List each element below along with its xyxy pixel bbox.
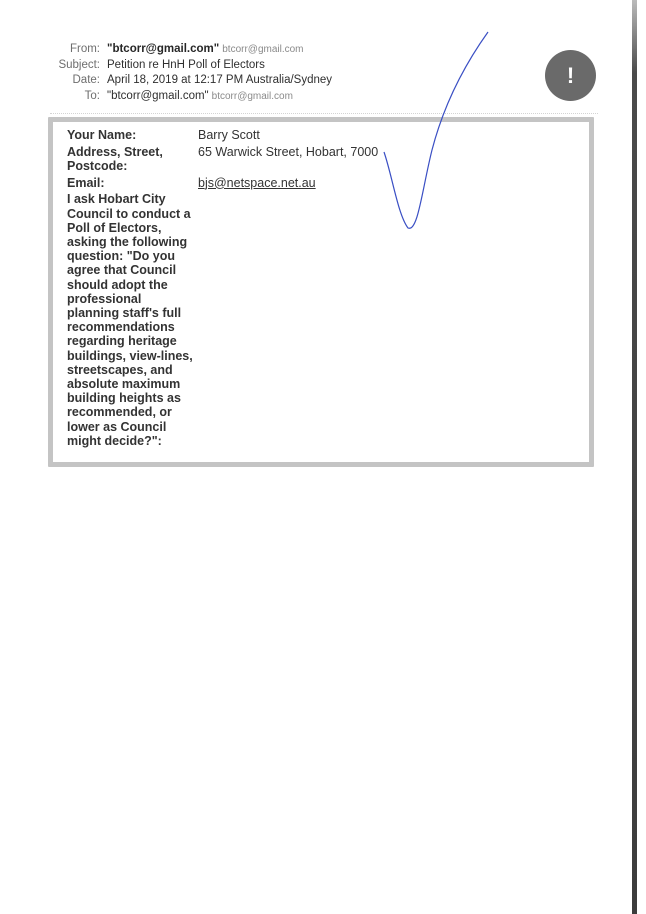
alert-icon: ! <box>545 50 596 101</box>
to-label: To: <box>84 89 100 102</box>
date-row: Date: April 18, 2019 at 12:17 PM Austral… <box>48 73 333 89</box>
petition-form: Your Name: Barry Scott Address, Street, … <box>67 128 378 448</box>
address-value: 65 Warwick Street, Hobart, 7000 <box>198 144 379 159</box>
subject-value: Petition re HnH Poll of Electors <box>107 58 265 71</box>
to-name: "btcorr@gmail.com" <box>107 89 209 102</box>
address-label: Address, Street, Postcode: <box>67 144 163 173</box>
header-divider <box>50 113 598 114</box>
subject-row: Subject: Petition re HnH Poll of Elector… <box>48 58 332 74</box>
to-row: To: "btcorr@gmail.com" btcorr@gmail.com <box>48 89 332 105</box>
from-row: From: "btcorr@gmail.com" btcorr@gmail.com <box>48 42 332 58</box>
from-address: btcorr@gmail.com <box>222 44 304 55</box>
name-value: Barry Scott <box>198 128 260 142</box>
name-row: Your Name: Barry Scott <box>67 128 378 142</box>
email-link[interactable]: bjs@netspace.net.au <box>198 176 316 190</box>
to-address: btcorr@gmail.com <box>211 90 293 102</box>
name-label: Your Name: <box>67 128 137 142</box>
scan-edge <box>632 0 637 914</box>
email-label: Email: <box>67 175 105 190</box>
address-row: Address, Street, Postcode: 65 Warwick St… <box>67 145 378 173</box>
email-header: From: "btcorr@gmail.com" btcorr@gmail.com… <box>48 42 332 104</box>
date-label: Date: <box>72 74 101 86</box>
date-value: April 18, 2019 at 12:17 PM Australia/Syd… <box>107 74 333 86</box>
petition-question: I ask Hobart City Council to conduct a P… <box>67 192 193 448</box>
subject-label: Subject: <box>58 58 100 71</box>
from-label: From: <box>69 43 100 55</box>
from-name: "btcorr@gmail.com" <box>107 43 220 55</box>
email-row: Email: bjs@netspace.net.au <box>67 176 378 190</box>
